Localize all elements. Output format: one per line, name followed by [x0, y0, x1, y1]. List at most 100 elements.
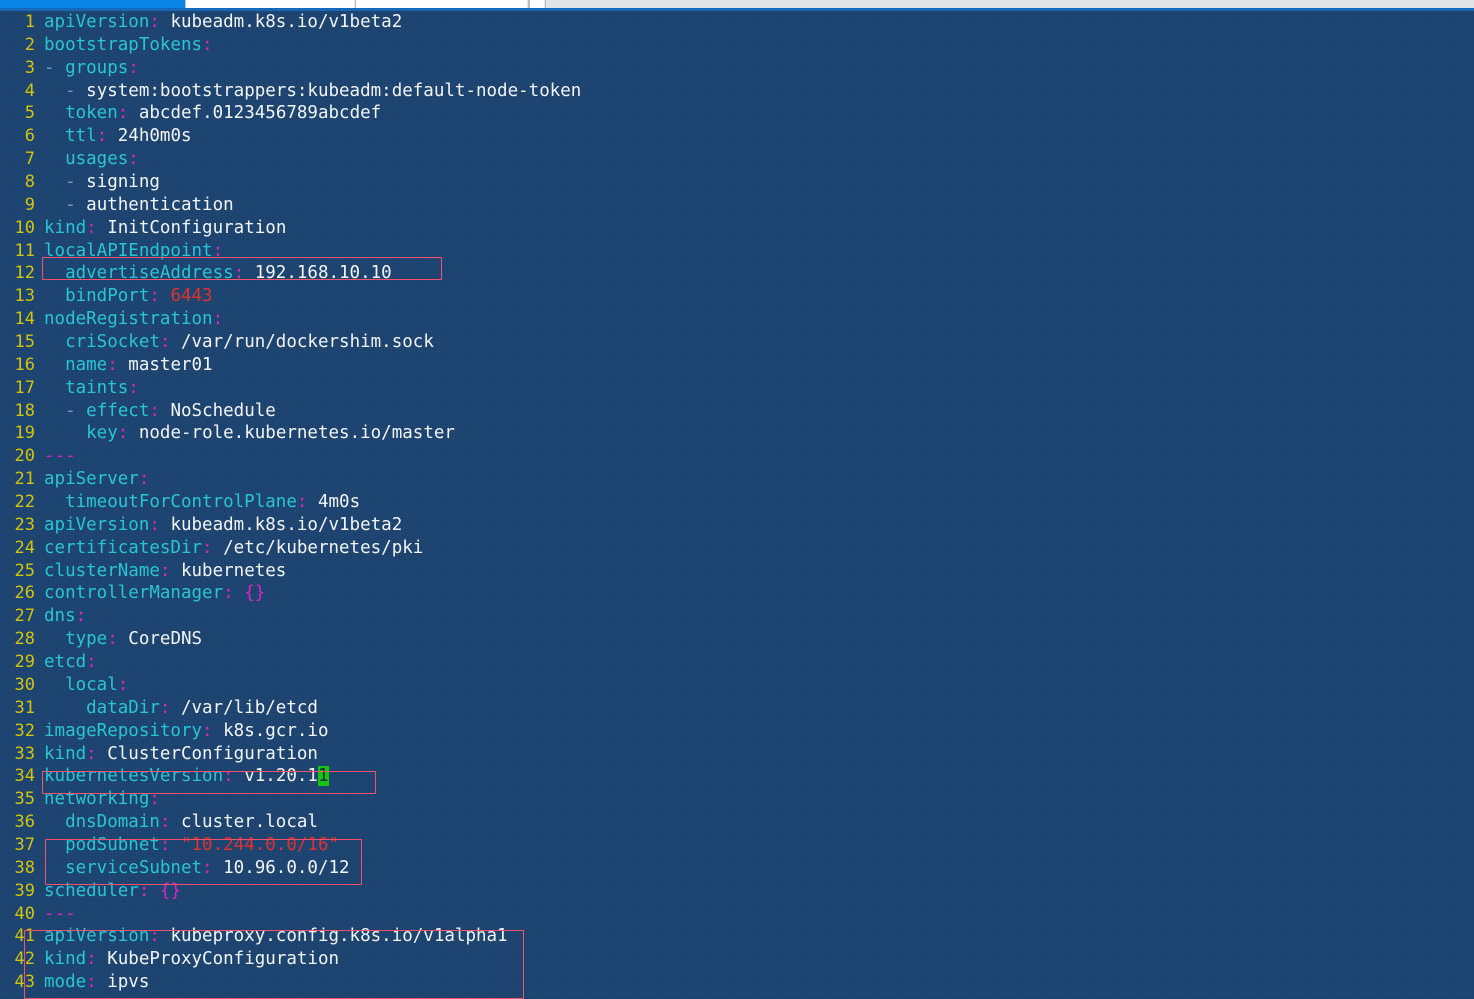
line-content[interactable]: --- — [35, 445, 76, 468]
code-line[interactable]: 24 certificatesDir: /etc/kubernetes/pki — [0, 537, 1474, 560]
line-content[interactable]: clusterName: kubernetes — [35, 560, 286, 583]
line-content[interactable]: --- — [35, 903, 76, 926]
code-line[interactable]: 13 bindPort: 6443 — [0, 285, 1474, 308]
line-content[interactable]: type: CoreDNS — [35, 628, 202, 651]
code-line[interactable]: 5 token: abcdef.0123456789abcdef — [0, 102, 1474, 125]
yaml-editor-pane[interactable]: 1 apiVersion: kubeadm.k8s.io/v1beta2 2 boot… — [0, 11, 1474, 999]
line-content[interactable]: timeoutForControlPlane: 4m0s — [35, 491, 360, 514]
code-line[interactable]: 19 key: node-role.kubernetes.io/master — [0, 422, 1474, 445]
code-line[interactable]: 41 apiVersion: kubeproxy.config.k8s.io/v1… — [0, 925, 1474, 948]
code-line[interactable]: 12 advertiseAddress: 192.168.10.10 — [0, 262, 1474, 285]
code-line[interactable]: 35 networking: — [0, 788, 1474, 811]
line-content[interactable]: advertiseAddress: 192.168.10.10 — [35, 262, 392, 285]
code-line[interactable]: 36 dnsDomain: cluster.local — [0, 811, 1474, 834]
line-content[interactable]: - groups: — [35, 57, 139, 80]
code-line[interactable]: 4 - system:bootstrappers:kubeadm:default… — [0, 80, 1474, 103]
line-content[interactable]: apiVersion: kubeadm.k8s.io/v1beta2 — [35, 11, 402, 34]
line-content[interactable]: - system:bootstrappers:kubeadm:default-n… — [35, 80, 581, 103]
line-content[interactable]: dnsDomain: cluster.local — [35, 811, 318, 834]
line-content[interactable]: - signing — [35, 171, 160, 194]
line-content[interactable]: - authentication — [35, 194, 234, 217]
code-line[interactable]: 21 apiServer: — [0, 468, 1474, 491]
code-line[interactable]: 39 scheduler: {} — [0, 880, 1474, 903]
code-line[interactable]: 18 - effect: NoSchedule — [0, 400, 1474, 423]
tab-3[interactable] — [356, 0, 527, 8]
line-content[interactable]: criSocket: /var/run/dockershim.sock — [35, 331, 434, 354]
code-line[interactable]: 22 timeoutForControlPlane: 4m0s — [0, 491, 1474, 514]
yaml-empty-map: {} — [149, 880, 181, 901]
line-content[interactable]: dataDir: /var/lib/etcd — [35, 697, 318, 720]
line-content[interactable]: mode: ipvs — [35, 971, 149, 994]
yaml-value: NoSchedule — [159, 400, 276, 421]
line-content[interactable]: nodeRegistration: — [35, 308, 223, 331]
line-content[interactable]: apiVersion: kubeadm.k8s.io/v1beta2 — [35, 514, 402, 537]
code-line[interactable]: 6 ttl: 24h0m0s — [0, 125, 1474, 148]
line-content[interactable]: podSubnet: "10.244.0.0/16" — [35, 834, 339, 857]
code-line[interactable]: 2 bootstrapTokens: — [0, 34, 1474, 57]
code-line[interactable]: 26 controllerManager: {} — [0, 582, 1474, 605]
line-content[interactable]: bootstrapTokens: — [35, 34, 213, 57]
code-line[interactable]: 28 type: CoreDNS — [0, 628, 1474, 651]
line-content[interactable]: dns: — [35, 605, 86, 628]
line-content[interactable]: kind: ClusterConfiguration — [35, 743, 318, 766]
line-content[interactable]: kind: InitConfiguration — [35, 217, 286, 240]
code-line[interactable]: 10 kind: InitConfiguration — [0, 217, 1474, 240]
window-tab-strip[interactable] — [0, 0, 1474, 8]
code-line[interactable]: 27 dns: — [0, 605, 1474, 628]
line-content[interactable]: controllerManager: {} — [35, 582, 265, 605]
tab-2[interactable] — [186, 0, 354, 8]
tab-4[interactable] — [530, 0, 544, 8]
line-content[interactable]: imageRepository: k8s.gcr.io — [35, 720, 329, 743]
line-content[interactable]: networking: — [35, 788, 160, 811]
line-content[interactable]: - effect: NoSchedule — [35, 400, 276, 423]
code-line[interactable]: 8 - signing — [0, 171, 1474, 194]
line-content[interactable]: name: master01 — [35, 354, 213, 377]
code-line[interactable]: 43 mode: ipvs — [0, 971, 1474, 994]
line-content[interactable]: local: — [35, 674, 128, 697]
code-line[interactable]: 1 apiVersion: kubeadm.k8s.io/v1beta2 — [0, 11, 1474, 34]
yaml-value: CoreDNS — [117, 629, 203, 650]
code-line[interactable]: 29 etcd: — [0, 651, 1474, 674]
code-line[interactable]: 15 criSocket: /var/run/dockershim.sock — [0, 331, 1474, 354]
code-line[interactable]: 9 - authentication — [0, 194, 1474, 217]
yaml-string-value: "10.244.0.0/16" — [170, 834, 340, 855]
line-content[interactable]: token: abcdef.0123456789abcdef — [35, 102, 381, 125]
code-line[interactable]: 20 --- — [0, 445, 1474, 468]
code-line[interactable]: 40 --- — [0, 903, 1474, 926]
code-line[interactable]: 16 name: master01 — [0, 354, 1474, 377]
line-content[interactable]: serviceSubnet: 10.96.0.0/12 — [35, 857, 350, 880]
code-line[interactable]: 32 imageRepository: k8s.gcr.io — [0, 720, 1474, 743]
code-line[interactable]: 11 localAPIEndpoint: — [0, 240, 1474, 263]
line-content[interactable]: kubernetesVersion: v1.20.11 — [35, 765, 329, 788]
code-line[interactable]: 17 taints: — [0, 377, 1474, 400]
code-line[interactable]: 14 nodeRegistration: — [0, 308, 1474, 331]
line-content[interactable]: kind: KubeProxyConfiguration — [35, 948, 339, 971]
tab-overflow[interactable] — [546, 0, 1474, 8]
line-content[interactable]: etcd: — [35, 651, 97, 674]
code-line[interactable]: 25 clusterName: kubernetes — [0, 560, 1474, 583]
code-line[interactable]: 31 dataDir: /var/lib/etcd — [0, 697, 1474, 720]
line-content[interactable]: taints: — [35, 377, 139, 400]
code-line[interactable]: 38 serviceSubnet: 10.96.0.0/12 — [0, 857, 1474, 880]
line-number: 17 — [14, 377, 35, 398]
yaml-key: dns — [44, 606, 76, 627]
code-line[interactable]: 23 apiVersion: kubeadm.k8s.io/v1beta2 — [0, 514, 1474, 537]
code-line[interactable]: 34 kubernetesVersion: v1.20.11 — [0, 765, 1474, 788]
code-line[interactable]: 30 local: — [0, 674, 1474, 697]
line-content[interactable]: scheduler: {} — [35, 880, 181, 903]
line-content[interactable]: bindPort: 6443 — [35, 285, 213, 308]
line-content[interactable]: certificatesDir: /etc/kubernetes/pki — [35, 537, 423, 560]
active-tab[interactable] — [0, 0, 185, 8]
code-line[interactable]: 33 kind: ClusterConfiguration — [0, 743, 1474, 766]
line-content[interactable]: apiServer: — [35, 468, 149, 491]
code-line[interactable]: 3- groups: — [0, 57, 1474, 80]
code-line[interactable]: 37 podSubnet: "10.244.0.0/16" — [0, 834, 1474, 857]
code-line[interactable]: 42 kind: KubeProxyConfiguration — [0, 948, 1474, 971]
line-content[interactable]: key: node-role.kubernetes.io/master — [35, 422, 455, 445]
line-content[interactable]: ttl: 24h0m0s — [35, 125, 191, 148]
code-line[interactable]: 7 usages: — [0, 148, 1474, 171]
line-content[interactable]: localAPIEndpoint: — [35, 240, 223, 263]
yaml-key: apiServer — [44, 469, 139, 490]
line-content[interactable]: apiVersion: kubeproxy.config.k8s.io/v1al… — [35, 925, 508, 948]
line-content[interactable]: usages: — [35, 148, 139, 171]
